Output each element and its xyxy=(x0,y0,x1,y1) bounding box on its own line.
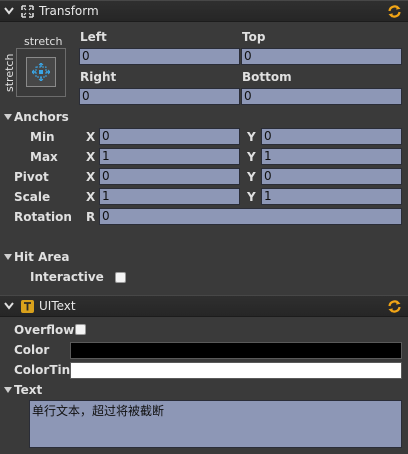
text-foldout-icon[interactable] xyxy=(4,387,12,393)
stretch-top-label: stretch xyxy=(24,35,63,48)
refresh-icon[interactable] xyxy=(387,4,402,22)
text-component-icon xyxy=(21,300,34,313)
chevron-down-icon[interactable] xyxy=(4,7,14,15)
pivot-y-field[interactable]: 0 xyxy=(261,168,402,185)
max-x-field[interactable]: 1 xyxy=(99,148,240,165)
bottom-label: Bottom xyxy=(242,70,292,84)
interactive-label: Interactive xyxy=(30,270,104,284)
rotation-label: Rotation xyxy=(14,210,72,224)
right-field[interactable]: 0 xyxy=(79,88,240,105)
text-area[interactable]: 单行文本，超过将被截断 xyxy=(29,400,402,448)
anchors-label[interactable]: Anchors xyxy=(14,110,69,124)
min-y-axis-label: Y xyxy=(247,130,256,144)
color-swatch[interactable] xyxy=(70,342,402,359)
left-field[interactable]: 0 xyxy=(79,48,240,65)
anchor-preset-frame xyxy=(26,57,56,87)
hit-area-label[interactable]: Hit Area xyxy=(14,250,70,264)
refresh-icon[interactable] xyxy=(387,299,402,317)
scale-x-field[interactable]: 1 xyxy=(99,188,240,205)
uitext-header[interactable]: UIText xyxy=(0,295,408,317)
hit-area-foldout-icon[interactable] xyxy=(4,254,12,260)
min-x-axis-label: X xyxy=(86,130,96,144)
scale-y-axis-label: Y xyxy=(247,190,256,204)
max-label: Max xyxy=(30,150,58,164)
colortint-swatch[interactable] xyxy=(70,362,402,379)
text-label: Text xyxy=(14,383,43,397)
color-label: Color xyxy=(14,343,50,357)
overflow-label: Overflow xyxy=(14,323,75,337)
scale-x-axis-label: X xyxy=(86,190,96,204)
interactive-checkbox[interactable] xyxy=(115,272,126,283)
min-y-field[interactable]: 0 xyxy=(261,128,402,145)
pivot-y-axis-label: Y xyxy=(247,170,256,184)
min-label: Min xyxy=(30,130,55,144)
pivot-x-field[interactable]: 0 xyxy=(99,168,240,185)
max-x-axis-label: X xyxy=(86,150,96,164)
right-label: Right xyxy=(80,70,117,84)
transform-header[interactable]: Transform xyxy=(0,0,408,22)
anchors-foldout-icon[interactable] xyxy=(4,114,12,120)
top-label: Top xyxy=(242,30,266,44)
rotation-r-axis-label: R xyxy=(86,210,96,224)
overflow-checkbox[interactable] xyxy=(75,324,86,335)
bottom-field[interactable]: 0 xyxy=(241,88,402,105)
anchor-preset-button[interactable] xyxy=(16,48,66,97)
left-label: Left xyxy=(80,30,107,44)
transform-title: Transform xyxy=(39,4,99,18)
scale-y-field[interactable]: 1 xyxy=(261,188,402,205)
max-y-axis-label: Y xyxy=(247,150,256,164)
pivot-label: Pivot xyxy=(14,170,49,184)
anchor-preset-icon xyxy=(31,62,51,84)
chevron-down-icon[interactable] xyxy=(4,302,14,310)
min-x-field[interactable]: 0 xyxy=(99,128,240,145)
stretch-side-label: stretch xyxy=(3,53,16,92)
uitext-title: UIText xyxy=(39,299,76,313)
max-y-field[interactable]: 1 xyxy=(261,148,402,165)
move-arrows-icon xyxy=(21,5,34,21)
scale-label: Scale xyxy=(14,190,51,204)
pivot-x-axis-label: X xyxy=(86,170,96,184)
colortint-label: ColorTint xyxy=(14,363,76,377)
rotation-field[interactable]: 0 xyxy=(99,208,402,225)
top-field[interactable]: 0 xyxy=(241,48,402,65)
